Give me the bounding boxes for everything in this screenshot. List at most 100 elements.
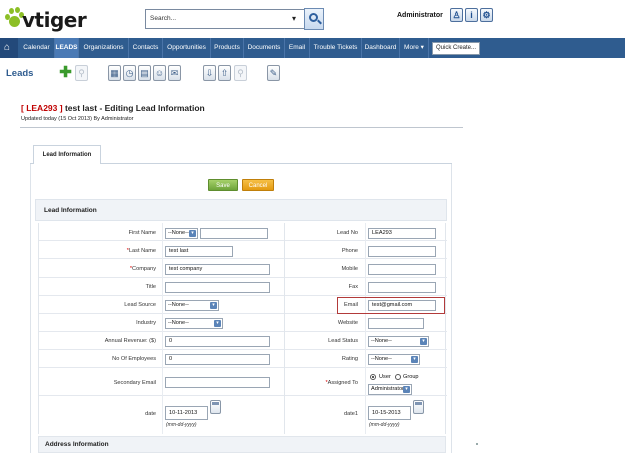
annual-revenue-input[interactable]: 0 — [165, 336, 270, 347]
search-button[interactable] — [304, 8, 324, 30]
industry-label: Industry — [136, 320, 156, 326]
assign-group-label: Group — [403, 374, 419, 380]
secondary-email-label: Secondary Email — [113, 380, 156, 386]
top-bar: vtiger Search... ▾ Administrator ♙ i ⚙ — [0, 0, 625, 38]
record-id: [ LEA293 ] — [21, 103, 63, 113]
first-name-label: First Name — [128, 230, 156, 236]
date1-input[interactable]: 10-15-2013 — [368, 406, 411, 420]
website-input[interactable] — [368, 318, 424, 329]
assign-group-radio[interactable] — [395, 374, 401, 380]
date1-format-hint: (mm-dd-yyyy) — [369, 422, 400, 428]
date-label: date — [145, 411, 156, 417]
block-address-information[interactable]: Address Information — [38, 436, 446, 453]
company-label: *Company — [129, 266, 156, 272]
phone-input[interactable] — [368, 246, 436, 257]
title-label: Title — [145, 284, 156, 290]
tab-calendar[interactable]: Calendar — [19, 38, 55, 58]
user-icon[interactable]: ♙ — [450, 8, 463, 22]
calendar-icon[interactable]: ▦ — [108, 65, 121, 81]
calculator-icon[interactable]: ▤ — [138, 65, 151, 81]
calendar-icon[interactable] — [413, 400, 424, 414]
module-title[interactable]: Leads — [6, 68, 33, 79]
current-user[interactable]: Administrator — [397, 12, 443, 19]
add-icon[interactable]: ✚ — [59, 65, 72, 81]
website-label: Website — [337, 320, 358, 326]
lead-source-select[interactable]: --None-- ▾ — [165, 300, 219, 311]
import-icon[interactable]: ⇩ — [203, 65, 216, 81]
lead-source-label: Lead Source — [124, 302, 156, 308]
record-title-text: test last - Editing Lead Information — [64, 103, 205, 113]
quick-create-select[interactable]: Quick Create... — [432, 42, 480, 55]
save-button[interactable]: Save — [208, 179, 238, 191]
salutation-select[interactable]: --None-- ▾ — [165, 228, 198, 239]
employees-label: No Of Employees — [112, 356, 156, 362]
secondary-email-input[interactable] — [165, 377, 270, 388]
lead-status-label: Lead Status — [328, 338, 358, 344]
chevron-down-icon: ▾ — [420, 338, 427, 345]
lead-status-select[interactable]: --None-- ▾ — [368, 336, 429, 347]
record-tabs: Lead Information — [30, 145, 452, 164]
first-name-input[interactable] — [200, 228, 268, 239]
chevron-down-icon: ▾ — [189, 230, 196, 237]
mobile-label: Mobile — [341, 266, 358, 272]
chevron-down-icon: ▾ — [403, 386, 410, 393]
fax-input[interactable] — [368, 282, 436, 293]
assign-user-label: User — [379, 374, 391, 380]
assign-user-radio[interactable] — [370, 374, 376, 380]
employees-input[interactable]: 0 — [165, 354, 270, 365]
find-duplicates-icon: ⚲ — [234, 65, 247, 81]
search-placeholder: Search... — [150, 15, 177, 22]
chevron-down-icon: ▾ — [210, 302, 217, 309]
settings-tool-icon[interactable]: ✎ — [267, 65, 280, 81]
rating-label: Rating — [341, 356, 358, 362]
caret-down-icon[interactable]: ▾ — [292, 14, 296, 23]
tab-leads[interactable]: LEADS — [55, 38, 79, 58]
tab-products[interactable]: Products — [211, 38, 244, 58]
logo-text: vtiger — [22, 8, 87, 32]
annual-revenue-label: Annual Revenue: ($) — [104, 338, 156, 344]
fax-label: Fax — [348, 284, 358, 290]
date-input[interactable]: 10-11-2013 — [165, 406, 208, 420]
chevron-down-icon: ▾ — [214, 320, 221, 327]
mobile-input[interactable] — [368, 264, 436, 275]
tab-lead-information[interactable]: Lead Information — [33, 145, 101, 164]
cancel-button[interactable]: Cancel — [242, 179, 274, 191]
search-input[interactable]: Search... ▾ — [145, 9, 305, 29]
assigned-to-label: *Assigned To — [325, 380, 358, 386]
tab-dashboard[interactable]: Dashboard — [362, 38, 400, 58]
rating-select[interactable]: --None-- ▾ — [368, 354, 420, 365]
title-input[interactable] — [165, 282, 270, 293]
company-input[interactable]: test company — [165, 264, 270, 275]
calendar-icon[interactable] — [210, 400, 221, 414]
search-record-icon: ⚲ — [75, 65, 88, 81]
date-format-hint: (mm-dd-yyyy) — [166, 422, 197, 428]
divider — [20, 127, 463, 128]
tab-documents[interactable]: Documents — [244, 38, 285, 58]
export-icon[interactable]: ⇧ — [218, 65, 231, 81]
last-name-label: *Last Name — [126, 248, 156, 254]
date1-label: date1 — [344, 411, 358, 417]
tab-more[interactable]: More ▾ — [400, 38, 429, 58]
home-button[interactable]: ⌂ — [0, 38, 18, 58]
tab-organizations[interactable]: Organizations — [79, 38, 129, 58]
lead-no-label: Lead No — [336, 230, 358, 236]
email-input[interactable]: test@gmail.com — [368, 300, 436, 311]
vtiger-logo[interactable]: vtiger — [4, 6, 94, 32]
block-lead-information[interactable]: Lead Information — [35, 199, 447, 221]
tab-opportunities[interactable]: Opportunities — [163, 38, 211, 58]
assigned-to-select[interactable]: Administrator ▾ — [368, 384, 412, 395]
tab-contacts[interactable]: Contacts — [129, 38, 163, 58]
last-name-input[interactable]: test last — [165, 246, 233, 257]
tab-trouble-tickets[interactable]: Trouble Tickets — [310, 38, 362, 58]
industry-select[interactable]: --None-- ▾ — [165, 318, 223, 329]
record-updated: Updated today (15 Oct 2013) By Administr… — [21, 116, 134, 122]
clock-icon[interactable]: ◷ — [123, 65, 136, 81]
gear-icon[interactable]: ⚙ — [480, 8, 493, 22]
lead-no-input[interactable]: LEA293 — [368, 228, 436, 239]
info-icon[interactable]: i — [465, 8, 478, 22]
mail-merge-icon[interactable]: ✉ — [168, 65, 181, 81]
main-nav: ⌂ Calendar LEADS Organizations Contacts … — [0, 38, 625, 58]
tab-email[interactable]: Email — [285, 38, 310, 58]
chat-icon[interactable]: ☺ — [153, 65, 166, 81]
record-title: [ LEA293 ] test last - Editing Lead Info… — [21, 103, 205, 113]
